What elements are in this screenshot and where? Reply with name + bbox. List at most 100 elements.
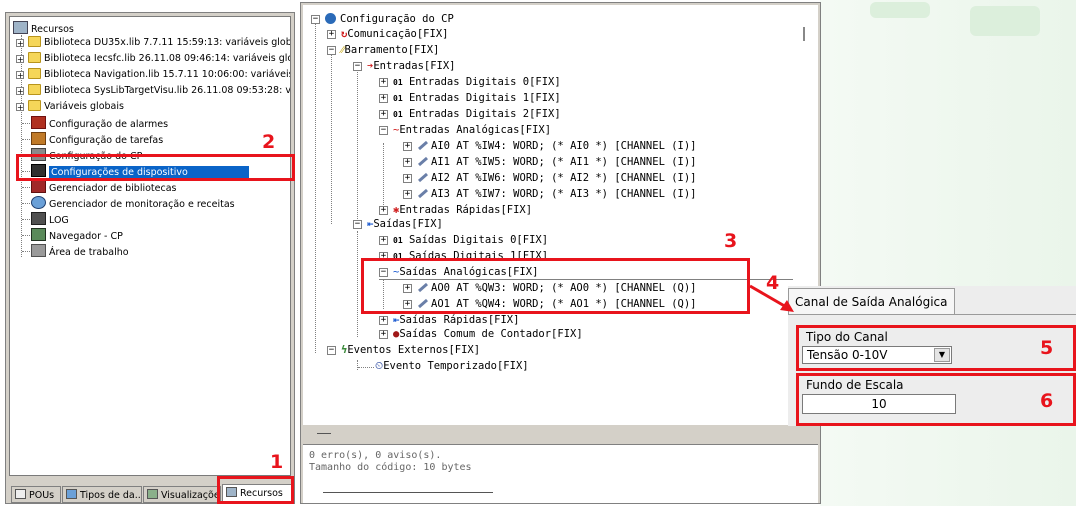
tree-node-bus[interactable]: − ⁄⁄Barramento[FIX] <box>327 43 439 58</box>
expand-icon[interactable]: + <box>379 78 388 87</box>
digital-io-icon: 01 <box>393 110 403 119</box>
expand-icon[interactable]: + <box>327 30 336 39</box>
expand-icon[interactable]: + <box>379 94 388 103</box>
tree-connector <box>22 139 30 140</box>
expand-icon[interactable]: + <box>16 71 24 80</box>
tree-node-timed-event[interactable]: ⏲Evento Temporizado[FIX] <box>375 359 529 374</box>
background-gradient <box>820 0 1076 506</box>
tab-analog-output-channel[interactable]: Canal de Saída Analógica <box>788 288 955 314</box>
expand-icon[interactable]: + <box>379 206 388 215</box>
tree-node-counter-outputs[interactable]: + ●Saídas Comum de Contador[FIX] <box>379 327 583 342</box>
output-line: 0 erro(s), 0 aviso(s). <box>309 450 442 461</box>
expand-icon[interactable]: + <box>379 110 388 119</box>
clock-icon: ⏲ <box>375 360 384 372</box>
tree-node-ai3[interactable]: + AI3 AT %IW7: WORD; (* AI3 *) [CHANNEL … <box>403 187 697 202</box>
highlight-box-2 <box>16 154 295 181</box>
plc-configuration-panel: − Configuração do CP + ↻Comunicação[FIX]… <box>300 2 821 504</box>
tree-guide-line <box>357 360 358 370</box>
tree-root-resources[interactable]: Recursos <box>13 21 74 35</box>
tree-item-lib-iecsfc[interactable]: + Biblioteca Iecsfc.lib 26.11.08 09:46:1… <box>16 52 290 66</box>
tree-item-log[interactable]: LOG <box>31 212 69 226</box>
tree-guide-line <box>383 143 384 205</box>
tree-node-ai2[interactable]: + AI2 AT %IW6: WORD; (* AI2 *) [CHANNEL … <box>403 171 697 186</box>
tree-item-alarms[interactable]: Configuração de alarmes <box>31 116 168 130</box>
highlight-box-3 <box>361 258 750 314</box>
folder-icon <box>28 36 41 47</box>
resources-icon <box>13 21 28 34</box>
message-output: 0 erro(s), 0 aviso(s). Tamanho do código… <box>303 444 818 503</box>
collapse-icon[interactable]: − <box>327 46 336 55</box>
tree-node-digital-inputs-0[interactable]: + 01 Entradas Digitais 0[FIX] <box>379 75 561 90</box>
tab-pous[interactable]: POUs <box>11 486 61 503</box>
tree-node-fast-outputs[interactable]: + ⇤Saídas Rápidas[FIX] <box>379 313 519 328</box>
tree-item-monitor-manager[interactable]: Gerenciador de monitoração e receitas <box>31 196 235 210</box>
tree-item-tasks[interactable]: Configuração de tarefas <box>31 132 163 146</box>
tree-connector <box>22 187 30 188</box>
expand-icon[interactable]: + <box>379 330 388 339</box>
tree-node-ai0[interactable]: + AI0 AT %IW4: WORD; (* AI0 *) [CHANNEL … <box>403 139 697 154</box>
folder-icon <box>28 68 41 79</box>
digital-io-icon: 01 <box>393 94 403 103</box>
data-types-icon <box>66 489 77 499</box>
tab-visualizations[interactable]: Visualizaçõe <box>143 486 221 503</box>
splitter-grip <box>317 433 331 434</box>
log-icon <box>31 212 46 225</box>
tree-item-workspace[interactable]: Área de trabalho <box>31 244 129 258</box>
expand-icon[interactable]: + <box>403 174 412 183</box>
digital-io-icon: 01 <box>393 78 403 87</box>
tree-item-global-vars[interactable]: + Variáveis globais <box>16 100 124 114</box>
expand-icon[interactable]: + <box>379 316 388 325</box>
tools-icon <box>31 244 46 257</box>
tree-node-digital-inputs-1[interactable]: + 01 Entradas Digitais 1[FIX] <box>379 91 561 106</box>
tasks-icon <box>31 132 46 145</box>
output-scrollbar[interactable] <box>323 492 493 493</box>
tree-item-lib-du35x[interactable]: + Biblioteca DU35x.lib 7.7.11 15:59:13: … <box>16 36 290 50</box>
tree-guide-line <box>331 50 332 224</box>
resources-panel: Recursos + Biblioteca DU35x.lib 7.7.11 1… <box>5 12 295 504</box>
tree-guide-line <box>315 19 316 353</box>
expand-icon[interactable]: + <box>403 190 412 199</box>
collapse-icon[interactable]: − <box>327 346 336 355</box>
tree-node-outputs[interactable]: − ⇤Saídas[FIX] <box>353 217 443 232</box>
tree-node-digital-inputs-2[interactable]: + 01 Entradas Digitais 2[FIX] <box>379 107 561 122</box>
collapse-icon[interactable]: − <box>353 220 362 229</box>
collapse-icon[interactable]: − <box>353 62 362 71</box>
expand-icon[interactable]: + <box>403 158 412 167</box>
channel-icon <box>417 188 429 199</box>
tree-node-inputs[interactable]: − ➔Entradas[FIX] <box>353 59 456 74</box>
channel-icon <box>417 172 429 183</box>
tab-data-types[interactable]: Tipos de da... <box>62 486 142 503</box>
tree-node-ai1[interactable]: + AI1 AT %IW5: WORD; (* AI1 *) [CHANNEL … <box>403 155 697 170</box>
expand-icon[interactable]: + <box>16 87 24 96</box>
expand-icon[interactable]: + <box>16 103 24 112</box>
highlight-box-6 <box>796 373 1076 426</box>
plc-configuration-tree: − Configuração do CP + ↻Comunicação[FIX]… <box>303 5 818 425</box>
tree-node-digital-outputs-0[interactable]: + 01 Saídas Digitais 0[FIX] <box>379 233 548 248</box>
globe-icon <box>325 13 336 24</box>
expand-icon[interactable]: + <box>379 236 388 245</box>
expand-icon[interactable]: + <box>16 55 24 64</box>
tree-node-analog-inputs[interactable]: − ∼Entradas Analógicas[FIX] <box>379 123 551 138</box>
splitter[interactable] <box>303 427 818 441</box>
tree-item-navigator[interactable]: Navegador - CP <box>31 228 123 242</box>
vertical-scrollbar[interactable] <box>803 27 805 41</box>
tree-node-communication[interactable]: + ↻Comunicação[FIX] <box>327 27 448 42</box>
tree-node-external-events[interactable]: − ϟEventos Externos[FIX] <box>327 343 480 358</box>
folder-icon <box>28 52 41 63</box>
background-blob <box>970 6 1040 36</box>
background-blob <box>870 2 930 18</box>
output-line: Tamanho do código: 10 bytes <box>309 462 472 473</box>
collapse-icon[interactable]: − <box>311 15 320 24</box>
tree-connector <box>22 235 30 236</box>
tree-item-lib-syslib[interactable]: + Biblioteca SysLibTargetVisu.lib 26.11.… <box>16 84 290 98</box>
magnifier-icon <box>31 196 46 209</box>
expand-icon[interactable]: + <box>403 142 412 151</box>
expand-icon[interactable]: + <box>16 39 24 48</box>
tree-item-lib-navigation[interactable]: + Biblioteca Navigation.lib 15.7.11 10:0… <box>16 68 290 82</box>
tree-node-plc-config[interactable]: − Configuração do CP <box>311 12 454 27</box>
tree-node-fast-inputs[interactable]: + ✱Entradas Rápidas[FIX] <box>379 203 532 218</box>
annotation-number-6: 6 <box>1040 390 1054 412</box>
tree-item-library-manager[interactable]: Gerenciador de bibliotecas <box>31 180 176 194</box>
folder-icon <box>28 84 41 95</box>
collapse-icon[interactable]: − <box>379 126 388 135</box>
